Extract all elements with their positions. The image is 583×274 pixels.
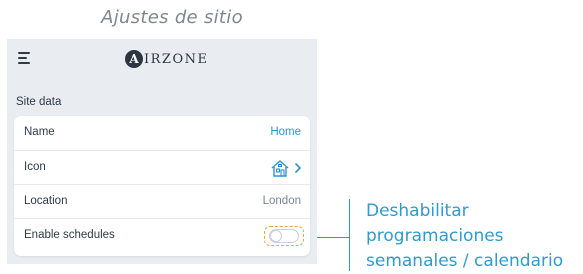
chevron-right-icon[interactable] [294,163,302,173]
row-label: Icon [24,161,46,173]
icon-row[interactable]: Icon [14,150,310,185]
site-name-value[interactable]: Home [270,126,301,138]
location-row[interactable]: Location London [14,184,310,219]
name-row[interactable]: Name Home [14,116,310,150]
callout-annotation: Deshabilitar programaciones semanales / … [366,201,564,271]
logo-text: IRZONE [144,51,209,67]
row-label: Location [24,195,68,207]
top-bar: A IRZONE [7,39,317,79]
enable-schedules-row: Enable schedules [14,218,310,253]
app-screen: A IRZONE Site data Name Home Icon Locati… [7,39,317,264]
row-label: Name [24,126,55,138]
enable-schedules-toggle[interactable] [269,229,299,243]
caption-title: Ajustes de sitio [101,7,243,28]
menu-icon[interactable] [18,52,30,64]
app-logo: A IRZONE [125,48,208,70]
row-label: Enable schedules [24,229,115,241]
toggle-knob [270,230,282,242]
section-title: Site data [16,96,62,108]
callout-bracket [349,199,350,271]
site-data-card: Name Home Icon Location London Enable sc… [14,116,310,256]
toggle-highlight [264,226,304,246]
location-value: London [262,195,301,207]
house-icon [271,160,289,177]
logo-mark: A [125,50,143,68]
callout-line [317,237,349,238]
